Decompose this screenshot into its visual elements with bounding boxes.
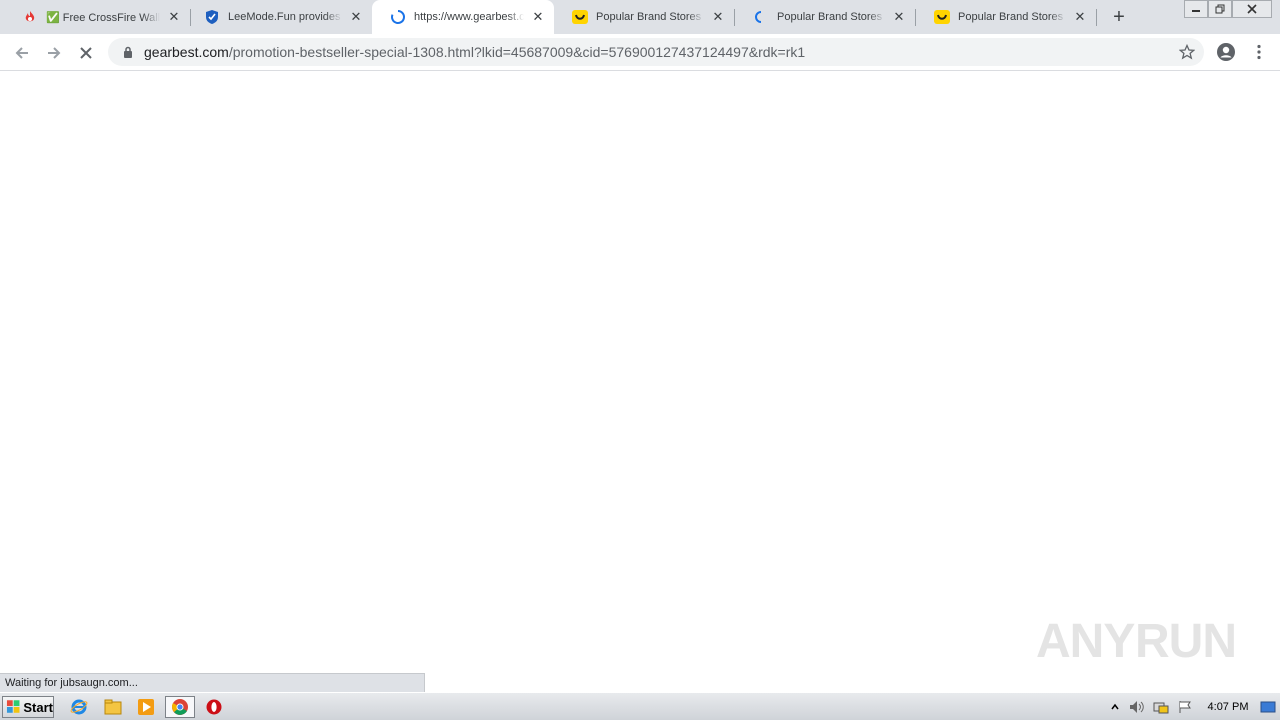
windows-logo-icon bbox=[6, 700, 20, 713]
red-fire-icon bbox=[22, 9, 38, 25]
stop-loading-button[interactable] bbox=[72, 39, 100, 67]
start-button[interactable]: Start bbox=[2, 696, 54, 718]
tab-title: ✅ Free CrossFire WallHack bbox=[46, 11, 160, 24]
start-label: Start bbox=[23, 699, 53, 715]
address-bar[interactable]: gearbest.com/promotion-bestseller-specia… bbox=[108, 38, 1204, 66]
minimize-icon bbox=[1192, 10, 1200, 12]
close-icon[interactable]: ✕ bbox=[348, 9, 364, 25]
close-icon[interactable]: ✕ bbox=[1072, 9, 1088, 25]
browser-toolbar: gearbest.com/promotion-bestseller-specia… bbox=[0, 34, 1280, 71]
tab-3-active[interactable]: https://www.gearbest.com ✕ bbox=[372, 0, 554, 34]
anyrun-watermark: ANY RUN bbox=[1036, 606, 1237, 676]
show-desktop-icon[interactable] bbox=[1258, 696, 1278, 718]
close-icon[interactable]: ✕ bbox=[166, 9, 182, 25]
opera-icon[interactable] bbox=[199, 696, 229, 718]
close-icon[interactable]: ✕ bbox=[710, 9, 726, 25]
restore-button[interactable] bbox=[1208, 0, 1232, 18]
close-window-button[interactable] bbox=[1232, 0, 1272, 18]
tab-title: Popular Brand Stores Sale bbox=[596, 11, 704, 23]
url-text: gearbest.com/promotion-bestseller-specia… bbox=[144, 44, 805, 60]
new-tab-button[interactable]: + bbox=[1108, 6, 1130, 28]
tab-title: Popular Brand Stores Sale bbox=[958, 11, 1066, 23]
gearbest-smile-icon bbox=[934, 9, 950, 25]
tab-2[interactable]: LeeMode.Fun provides c ✕ bbox=[186, 0, 372, 34]
shield-icon bbox=[204, 9, 220, 25]
restore-icon bbox=[1215, 4, 1225, 14]
back-arrow-icon bbox=[15, 47, 28, 59]
page-content bbox=[0, 72, 1280, 692]
close-icon[interactable]: ✕ bbox=[891, 9, 907, 25]
media-player-icon[interactable] bbox=[131, 696, 161, 718]
status-bubble: Waiting for jubsaugn.com... bbox=[0, 673, 425, 692]
tab-title: https://www.gearbest.com bbox=[414, 11, 524, 23]
watermark-text-left: ANY bbox=[1036, 614, 1135, 668]
forward-arrow-icon bbox=[48, 47, 61, 59]
show-hidden-icons-button[interactable] bbox=[1108, 696, 1122, 718]
windows-taskbar: Start 4:07 PM bbox=[0, 692, 1280, 720]
clock[interactable]: 4:07 PM bbox=[1200, 696, 1256, 718]
stop-x-icon bbox=[80, 47, 92, 59]
tab-1[interactable]: ✅ Free CrossFire WallHack ✕ bbox=[4, 0, 190, 34]
minimize-button[interactable] bbox=[1184, 0, 1208, 18]
tab-title: Popular Brand Stores Sale bbox=[777, 11, 885, 23]
chrome-icon[interactable] bbox=[165, 696, 195, 718]
tab-title: LeeMode.Fun provides c bbox=[228, 11, 342, 23]
action-center-flag-icon[interactable] bbox=[1175, 696, 1195, 718]
gearbest-smile-icon bbox=[572, 9, 588, 25]
internet-explorer-icon[interactable] bbox=[64, 696, 94, 718]
back-button[interactable] bbox=[8, 39, 36, 67]
network-icon[interactable] bbox=[1151, 696, 1171, 718]
url-path: /promotion-bestseller-special-1308.html?… bbox=[228, 44, 806, 60]
watermark-text-right: RUN bbox=[1135, 614, 1237, 668]
tab-5[interactable]: Popular Brand Stores Sale ✕ bbox=[735, 0, 915, 34]
loading-spinner-icon bbox=[390, 9, 406, 25]
lock-icon bbox=[120, 46, 136, 58]
close-icon[interactable]: ✕ bbox=[530, 9, 546, 25]
tab-6[interactable]: Popular Brand Stores Sale ✕ bbox=[916, 0, 1096, 34]
bookmark-star-icon[interactable] bbox=[1178, 43, 1196, 61]
loading-spinner-icon bbox=[753, 9, 769, 25]
file-explorer-icon[interactable] bbox=[98, 696, 128, 718]
kebab-menu-icon[interactable] bbox=[1247, 40, 1271, 64]
profile-avatar-icon[interactable] bbox=[1214, 40, 1238, 64]
tab-strip: ✅ Free CrossFire WallHack ✕ LeeMode.Fun … bbox=[0, 0, 1280, 34]
volume-icon[interactable] bbox=[1127, 696, 1147, 718]
forward-button[interactable] bbox=[40, 39, 68, 67]
tab-separator bbox=[1096, 9, 1097, 26]
chevron-up-icon bbox=[1111, 703, 1119, 710]
close-window-icon bbox=[1247, 4, 1257, 14]
tab-4[interactable]: Popular Brand Stores Sale ✕ bbox=[554, 0, 734, 34]
url-host: gearbest.com bbox=[144, 44, 229, 60]
